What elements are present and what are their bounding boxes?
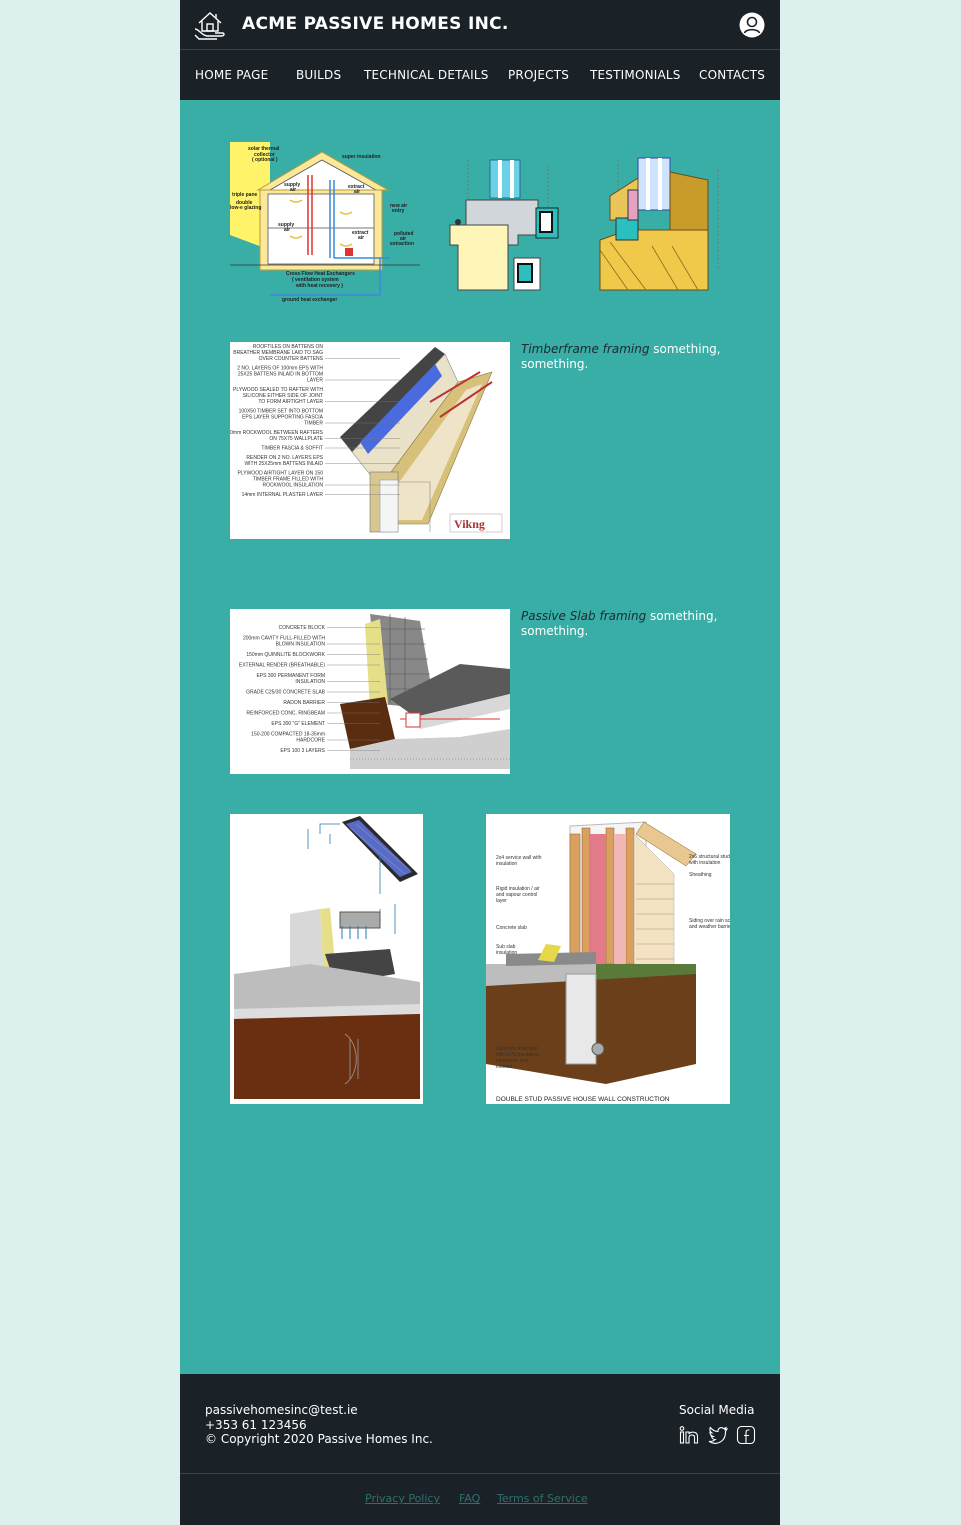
linkedin-icon[interactable] [679, 1425, 699, 1445]
svg-text:air: air [290, 187, 296, 193]
svg-text:OVER COUNTER BATTENS: OVER COUNTER BATTENS [259, 356, 324, 362]
user-account-icon[interactable] [739, 12, 765, 38]
callout-label: CONCRETE BLOCK [279, 625, 380, 631]
svg-text:exterior: exterior [496, 1064, 513, 1070]
svg-text:( optional ): ( optional ) [252, 157, 278, 163]
svg-text:TIMBER FASCIA & SOFFIT: TIMBER FASCIA & SOFFIT [261, 446, 323, 452]
svg-text:air: air [358, 235, 364, 241]
nav-projects[interactable]: PROJECTS [508, 68, 569, 82]
timberframe-caption-title: Timberframe framing [521, 342, 650, 356]
timberframe-caption: Timberframe framing something, something… [521, 342, 741, 372]
double-stud-diagram: 2x4 service wall with insulation Rigid i… [486, 814, 730, 1104]
nav-builds[interactable]: BUILDS [296, 68, 341, 82]
footer-divider [180, 1473, 780, 1474]
svg-text:GRADE C25/30 CONCRETE SLAB: GRADE C25/30 CONCRETE SLAB [246, 690, 326, 696]
contact-phone[interactable]: +353 61 123456 [205, 1418, 307, 1432]
double-stud-title: DOUBLE STUD PASSIVE HOUSE WALL CONSTRUCT… [496, 1096, 670, 1103]
nav-contacts[interactable]: CONTACTS [699, 68, 765, 82]
svg-text:TIMBER: TIMBER [304, 421, 323, 427]
contact-email[interactable]: passivehomesinc@test.ie [205, 1403, 358, 1417]
svg-text:BLOWN INSULATION: BLOWN INSULATION [276, 642, 326, 648]
nav-testimonials[interactable]: TESTIMONIALS [590, 68, 681, 82]
solar-foundation-diagram [230, 814, 423, 1104]
svg-text:air: air [354, 189, 360, 195]
svg-text:LAYER: LAYER [307, 378, 323, 384]
window-section-alu-diagram [448, 150, 563, 300]
svg-text:14mm INTERNAL PLASTER LAYER: 14mm INTERNAL PLASTER LAYER [242, 492, 324, 498]
svg-text:with insulation: with insulation [689, 860, 721, 866]
callout-label: EPS 300 PERMANENT FORMINSULATION [256, 673, 380, 685]
callout-label: 2 NO. LAYERS OF 100mm EPS WITH25X25 BATT… [237, 366, 400, 384]
svg-text:RADON BARRIER: RADON BARRIER [283, 700, 325, 706]
svg-text:layer: layer [496, 898, 507, 904]
passive-slab-diagram: CONCRETE BLOCK 200mm CAVITY FULL-FILLED W… [230, 609, 510, 774]
svg-text:extraction: extraction [390, 241, 414, 247]
privacy-policy-link[interactable]: Privacy Policy [365, 1492, 440, 1505]
house-in-hands-icon[interactable] [193, 9, 227, 41]
nav-home[interactable]: HOME PAGE [195, 68, 268, 82]
timberframe-diagram: Vikng ROOFTILES ON BATTENS ON BREATHER ME… [230, 342, 510, 539]
svg-text:super insulation: super insulation [342, 154, 381, 160]
callout-label: PLYWOOD SEALED TO RAFTER WITHSILICONE EI… [233, 387, 400, 405]
svg-text:low-e glazing: low-e glazing [230, 205, 261, 211]
svg-text:INSULATION: INSULATION [295, 679, 325, 685]
passive-slab-caption-title: Passive Slab framing [521, 609, 647, 623]
callout-label: 200mm CAVITY FULL-FILLED WITHBLOWN INSUL… [243, 636, 380, 648]
svg-text:insulation: insulation [496, 950, 517, 956]
facebook-icon[interactable] [736, 1425, 756, 1445]
page-container: ACME PASSIVE HOMES INC. HOME PAGE BUILDS… [180, 0, 780, 1525]
social-media-title: Social Media [679, 1403, 755, 1417]
ventilation-diagram: solar thermal collector ( optional ) sup… [230, 140, 425, 305]
faq-link[interactable]: FAQ [459, 1492, 480, 1505]
nav-technical-details[interactable]: TECHNICAL DETAILS [364, 68, 489, 82]
svg-text:triple pane: triple pane [232, 192, 258, 198]
callout-label: EXTERNAL RENDER (BREATHABLE) [239, 663, 380, 669]
svg-text:entry: entry [392, 208, 404, 214]
copyright: © Copyright 2020 Passive Homes Inc. [205, 1432, 433, 1446]
svg-text:EPS 300 "G" ELEMENT: EPS 300 "G" ELEMENT [271, 721, 325, 727]
svg-text:EXTERNAL RENDER (BREATHABLE): EXTERNAL RENDER (BREATHABLE) [239, 663, 325, 669]
svg-text:ROCKWOOL INSULATION: ROCKWOOL INSULATION [262, 483, 323, 489]
terms-of-service-link[interactable]: Terms of Service [497, 1492, 588, 1505]
svg-text:with heat recovery ): with heat recovery ) [295, 283, 343, 289]
svg-text:ON 75X75 WALLPLATE: ON 75X75 WALLPLATE [269, 436, 323, 442]
svg-text:HARDCORE: HARDCORE [296, 738, 325, 744]
svg-text:TO FORM AIRTIGHT LAYER: TO FORM AIRTIGHT LAYER [258, 399, 323, 405]
svg-text:REINFORCED CONC. RINGBEAM: REINFORCED CONC. RINGBEAM [246, 711, 325, 717]
callout-label: ROOFTILES ON BATTENS ONBREATHER MEMBRANE… [233, 344, 400, 362]
svg-text:insulation: insulation [496, 861, 517, 867]
site-footer: passivehomesinc@test.ie +353 61 123456 ©… [180, 1374, 780, 1525]
svg-text:Vikng: Vikng [454, 517, 485, 531]
svg-text:Concrete slab: Concrete slab [496, 925, 527, 931]
main-nav: HOME PAGE BUILDS TECHNICAL DETAILS PROJE… [180, 50, 780, 100]
twitter-icon[interactable] [708, 1425, 728, 1445]
passive-slab-caption: Passive Slab framing something, somethin… [521, 609, 741, 639]
svg-text:ground heat exchanger: ground heat exchanger [282, 297, 337, 303]
site-header: ACME PASSIVE HOMES INC. [180, 0, 780, 50]
callout-label: GRADE C25/30 CONCRETE SLAB [246, 690, 380, 696]
svg-text:WITH 25X25mm BATTENS INLAID: WITH 25X25mm BATTENS INLAID [244, 461, 323, 467]
svg-text:CONCRETE BLOCK: CONCRETE BLOCK [279, 625, 326, 631]
callout-label: 150mm QUINNLITE BLOCKWORK [246, 652, 380, 658]
brand-name[interactable]: ACME PASSIVE HOMES INC. [242, 14, 509, 34]
svg-text:and weather barrier: and weather barrier [689, 924, 730, 930]
svg-text:150mm QUINNLITE BLOCKWORK: 150mm QUINNLITE BLOCKWORK [246, 652, 325, 658]
svg-text:air: air [284, 227, 290, 233]
window-section-timber-diagram [598, 150, 726, 296]
svg-text:EPS 100 3 LAYERS: EPS 100 3 LAYERS [280, 748, 325, 754]
svg-text:Sheathing: Sheathing [689, 872, 712, 878]
